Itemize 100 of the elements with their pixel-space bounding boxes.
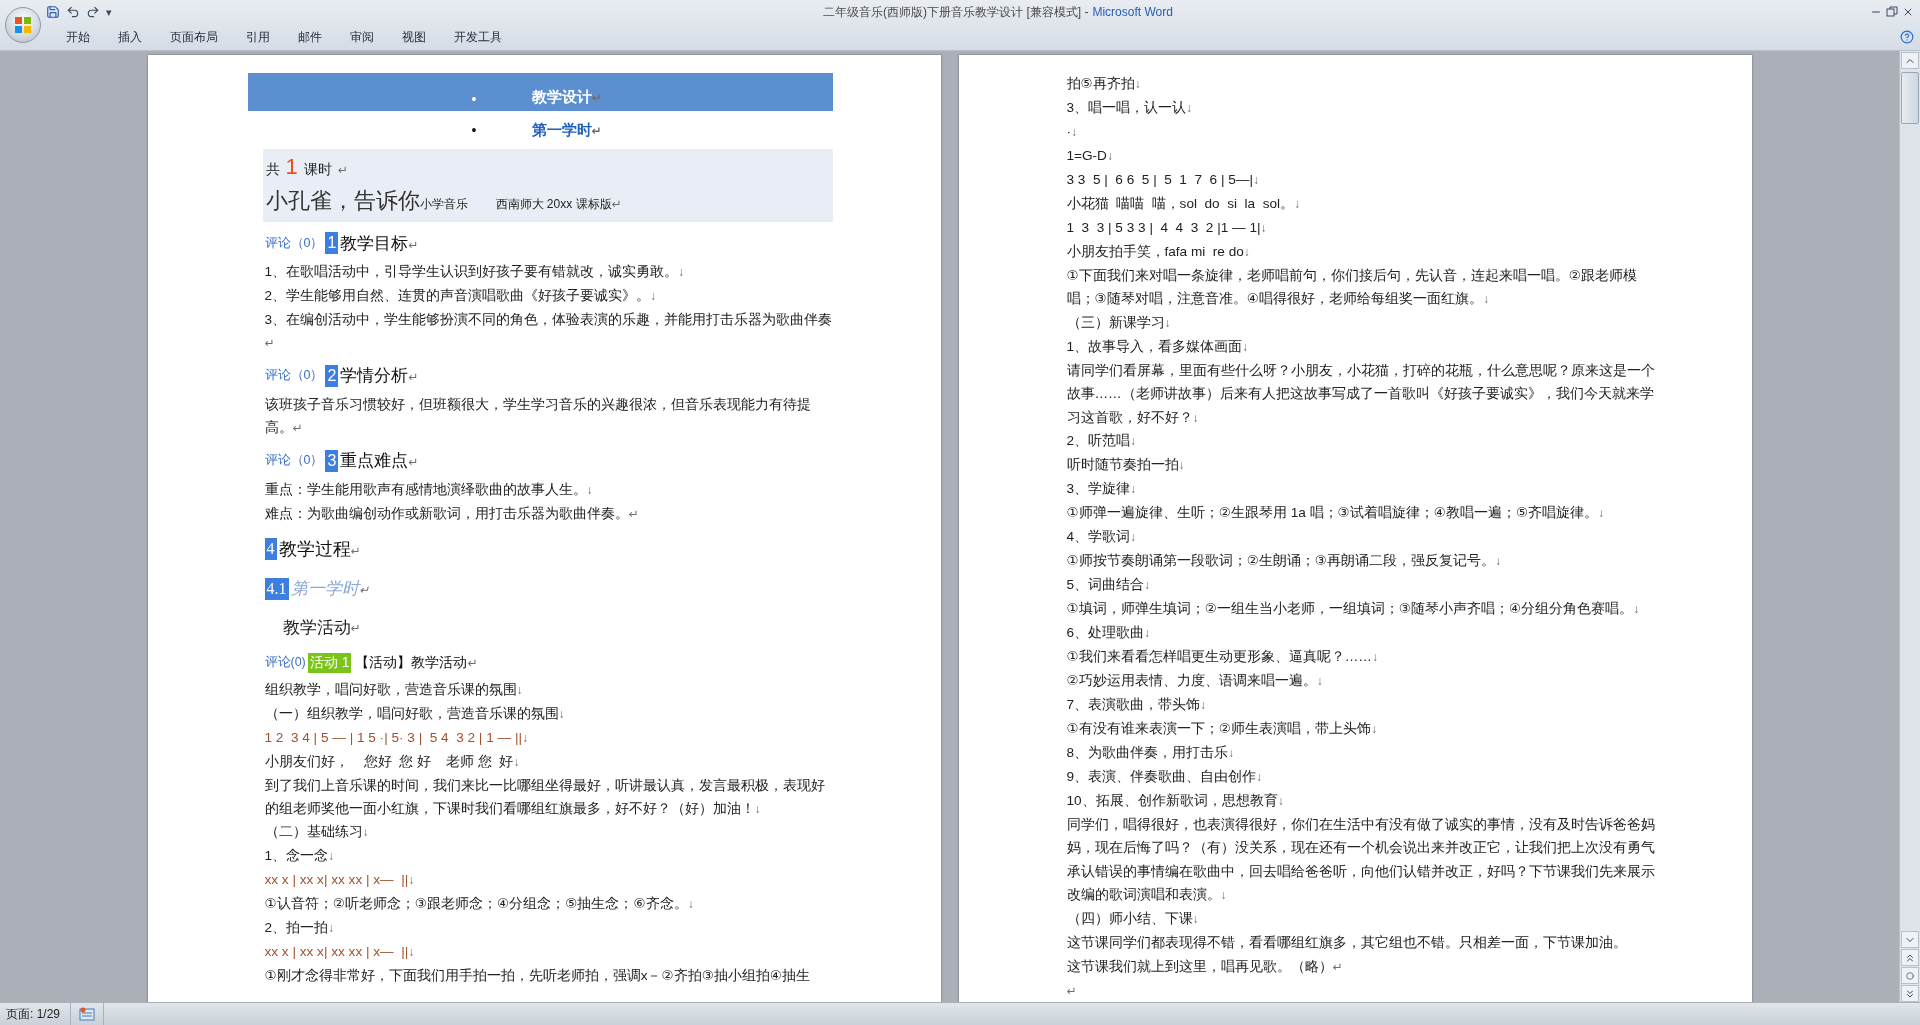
paragraph-text: 到了我们上音乐课的时间，我们来比一比哪组坐得最好，听讲最认真，发言最积极，表现好的组老师奖他一面小红旗，下课时我们看哪组红旗最多，好不好？（好）加油！↓ (264, 776, 826, 819)
paragraph-text: ·↓ (1066, 123, 1079, 141)
paragraph-text: 该班孩子音乐习惯较好，但班额很大，学生学习音乐的兴趣很浓，但音乐表现能力有待提高。↵ (264, 395, 812, 438)
office-button[interactable] (5, 7, 41, 43)
page-count[interactable]: 页面: 1/29 (0, 1003, 72, 1025)
paragraph-text: 5、词曲结合↓ (1066, 576, 1152, 595)
paragraph-text: 6、处理歌曲↓ (1066, 624, 1152, 643)
paragraph-text: ①师弹一遍旋律、生听；②生跟琴用 1a 唱；③试着唱旋律；④教唱一遍；⑤齐唱旋律。↓ (1066, 504, 1606, 523)
comment-link[interactable]: 评论(0) (264, 654, 306, 672)
heading-text: 第一学时↵ (290, 578, 369, 601)
notation-text: xx x | xx x| xx xx | x— ||↓ (264, 943, 416, 962)
ribbon-tab[interactable]: 插入 (104, 25, 156, 49)
help-icon[interactable] (1900, 30, 1914, 44)
customize-menu[interactable]: ▾ (106, 5, 112, 19)
ribbon-tab[interactable]: 开始 (52, 25, 104, 49)
paragraph-text: （一）组织教学，唱问好歌，营造音乐课的氛围↓ (264, 704, 566, 723)
paragraph-text: 重点：学生能用歌声有感情地演绎歌曲的故事人生。↓ (264, 480, 594, 499)
paragraph-text: ①有没有谁来表演一下；②师生表演唱，带上头饰↓ (1066, 720, 1378, 739)
activity-text: 【活动】教学活动↵ (355, 653, 478, 672)
undo-icon[interactable] (66, 5, 80, 19)
restore-icon[interactable] (1886, 6, 1898, 18)
edition-text: 西南师大 20xx 课标版↵ (495, 196, 622, 213)
bullet-text: • (471, 122, 478, 138)
paragraph-text: 10、拓展、创作新歌词，思想教育↓ (1066, 792, 1285, 811)
paragraph-text: 小朋友们好， 您好 您 好 老师 您 好↓ (264, 752, 521, 771)
paragraph-text: 9、表演、伴奏歌曲、自由创作↓ (1066, 768, 1264, 787)
paragraph-text: 3、唱一唱，认一认↓ (1066, 99, 1194, 117)
previous-page-icon[interactable] (1901, 949, 1919, 966)
redo-icon[interactable] (86, 5, 100, 19)
paragraph-text: 小花猫 喵喵 喵，sol do si la sol。↓ (1066, 195, 1302, 213)
lesson-count: 共 1 课时 ↵ (265, 154, 349, 180)
paragraph-text: 难点：为歌曲编创动作或新歌词，用打击乐器为歌曲伴奏。↵ (264, 504, 640, 523)
subtitle-text: 第一学时↵ (531, 120, 602, 140)
paragraph-text: 8、为歌曲伴奏，用打击乐↓ (1066, 744, 1236, 763)
comment-link[interactable]: 评论（0） (264, 452, 324, 470)
save-icon[interactable] (46, 5, 60, 19)
ribbon-tab[interactable]: 页面布局 (156, 25, 232, 49)
paragraph-text: 组织教学，唱问好歌，营造音乐课的氛围↓ (264, 680, 524, 699)
paragraph-text: 1、在歌唱活动中，引导学生认识到好孩子要有错就改，诚实勇敢。↓ (264, 263, 686, 281)
paragraph-text: 1 3 3 | 5 3 3 | 4 4 3 2 |1 — 1|↓ (1066, 219, 1268, 237)
close-icon[interactable] (1902, 6, 1914, 18)
ribbon-tab[interactable]: 邮件 (284, 25, 336, 49)
heading-text: 教学过程↵ (278, 537, 361, 561)
paragraph-text: （二）基础练习↓ (264, 823, 370, 842)
song-title: 小孔雀，告诉你 (265, 187, 420, 215)
office-logo (13, 15, 33, 35)
paragraph-text: ②巧妙运用表情、力度、语调来唱一遍。↓ (1066, 672, 1324, 691)
heading-number: 4.1 (264, 577, 289, 600)
banner-title: 教学设计↵ (531, 88, 602, 107)
bullet-text: • (471, 91, 478, 107)
paragraph-text: ①认音符；②听老师念；③跟老师念；④分组念；⑤抽生念；⑥齐念。↓ (264, 895, 695, 914)
heading-number: 2 (325, 364, 339, 387)
paragraph-text: 1=G-D↓ (1066, 147, 1114, 165)
paragraph-text: ①师按节奏朗诵第一段歌词；②生朗诵；③再朗诵二段，强反复记号。↓ (1066, 552, 1503, 571)
paragraph-mark: ↵ (1066, 982, 1078, 1000)
scroll-up-icon[interactable] (1901, 52, 1919, 69)
paragraph-text: （四）师小结、下课↓ (1066, 909, 1200, 928)
ribbon-tab[interactable]: 视图 (388, 25, 440, 49)
ribbon-tab[interactable]: 开发工具 (440, 25, 516, 49)
paragraph-text: 听时随节奏拍一拍↓ (1066, 456, 1186, 475)
paragraph-text: 3 3 5 | 6 6 5 | 5 1 7 6 | 5—|↓ (1066, 171, 1260, 189)
paragraph-text: 3、在编创活动中，学生能够扮演不同的角色，体验表演的乐趣，并能用打击乐器为歌曲伴奏 ↵ (264, 311, 833, 353)
subject-text: 小学音乐 (419, 197, 468, 213)
notation-text: 1 2 3 4 | 5 — | 1 5 ·| 5· 3 | 5 4 3 2 | 1 — ||↓ (264, 728, 529, 747)
paragraph-text: ①填词，师弹生填词；②一组生当小老师，一组填词；③随琴小声齐唱；④分组分角色赛唱。↓ (1066, 600, 1641, 619)
paragraph-text: 2、听范唱↓ (1066, 432, 1138, 451)
activity-heading: 教学活动↵ (282, 617, 362, 640)
paragraph-text: 2、学生能够用自然、连贯的声音演唱歌曲《好孩子要诚实》。↓ (264, 287, 658, 305)
paragraph-text: 请同学们看屏幕，里面有些什么呀？小朋友，小花猫，打碎的花瓶，什么意思呢？原来这是一个故事……（老师讲故事）后来有人把这故事写成了一首歌叫《好孩子要诚实》，我们今天就来学习这首歌，好不好？↓ (1066, 361, 1656, 427)
paragraph-text: 同学们，唱得很好，也表演得很好，你们在生活中有没有做了诚实的事情，没有及时告诉爸爸妈妈，现在后悔了吗？（有）没关系，现在还有一个机会说出来并改正它，让我们把上次没有勇气承认错误的事情编在歌曲中，回去唱给爸爸听，向他们认错并改正，好吗？下节课我们先来展示改编的歌词演唱和表演。↓ (1066, 816, 1656, 905)
ribbon-tab[interactable]: 审阅 (336, 25, 388, 49)
paragraph-text: 这节课同学们都表现得不错，看看哪组红旗多，其它组也不错。只相差一面，下节课加油。 (1066, 933, 1628, 952)
heading-number: 4 (264, 537, 277, 560)
paragraph-text: 拍⑤再齐拍↓ (1066, 75, 1142, 93)
browse-object-icon[interactable] (1901, 967, 1919, 984)
paragraph-text: ①下面我们来对唱一条旋律，老师唱前句，你们接后句，先认音，连起来唱一唱。②跟老师模唱；③随琴对唱，注意音准。④唱得很好，老师给每组奖一面红旗。↓ (1066, 267, 1638, 309)
vertical-scrollbar[interactable] (1899, 51, 1920, 1002)
comment-link[interactable]: 评论（0） (264, 367, 324, 385)
paragraph-text: 4、学歌词↓ (1066, 528, 1138, 547)
paragraph-text: 小朋友拍手笑，fafa mi re do↓ (1066, 243, 1251, 261)
paragraph-text: 2、拍一拍↓ (264, 919, 336, 938)
window-title: 二年级音乐(西师版)下册音乐教学设计 [兼容模式] - Microsoft Word (822, 3, 1174, 21)
heading-number: 1 (325, 232, 339, 254)
scroll-thumb[interactable] (1901, 72, 1919, 124)
notation-text: xx x | xx x| xx xx | x— ||↓ (264, 871, 416, 890)
heading-text: 学情分析↵ (340, 365, 419, 388)
next-page-icon[interactable] (1901, 985, 1919, 1002)
paragraph-text: 这节课我们就上到这里，唱再见歌。（略）↵ (1066, 957, 1344, 976)
paragraph-text: 1、故事导入，看多媒体画面↓ (1066, 337, 1250, 356)
paragraph-text: ①我们来看看怎样唱更生动更形象、逼真呢？……↓ (1066, 648, 1379, 667)
scroll-down-icon[interactable] (1901, 931, 1919, 948)
heading-number: 3 (325, 449, 339, 472)
ribbon-tab[interactable]: 引用 (232, 25, 284, 49)
paragraph-text: 1、念一念↓ (264, 847, 336, 866)
paragraph-text: 3、学旋律↓ (1066, 480, 1138, 499)
paragraph-text: ①刚才念得非常好，下面我们用手拍一拍，先听老师拍，强调x－②齐拍③抽小组拍④抽生 (264, 967, 812, 986)
paragraph-text: 7、表演歌曲，带头饰↓ (1066, 696, 1208, 715)
comment-link[interactable]: 评论（0） (264, 234, 324, 252)
paragraph-text: （三）新课学习↓ (1066, 313, 1172, 332)
activity-tag: 活动 1 (307, 652, 352, 673)
